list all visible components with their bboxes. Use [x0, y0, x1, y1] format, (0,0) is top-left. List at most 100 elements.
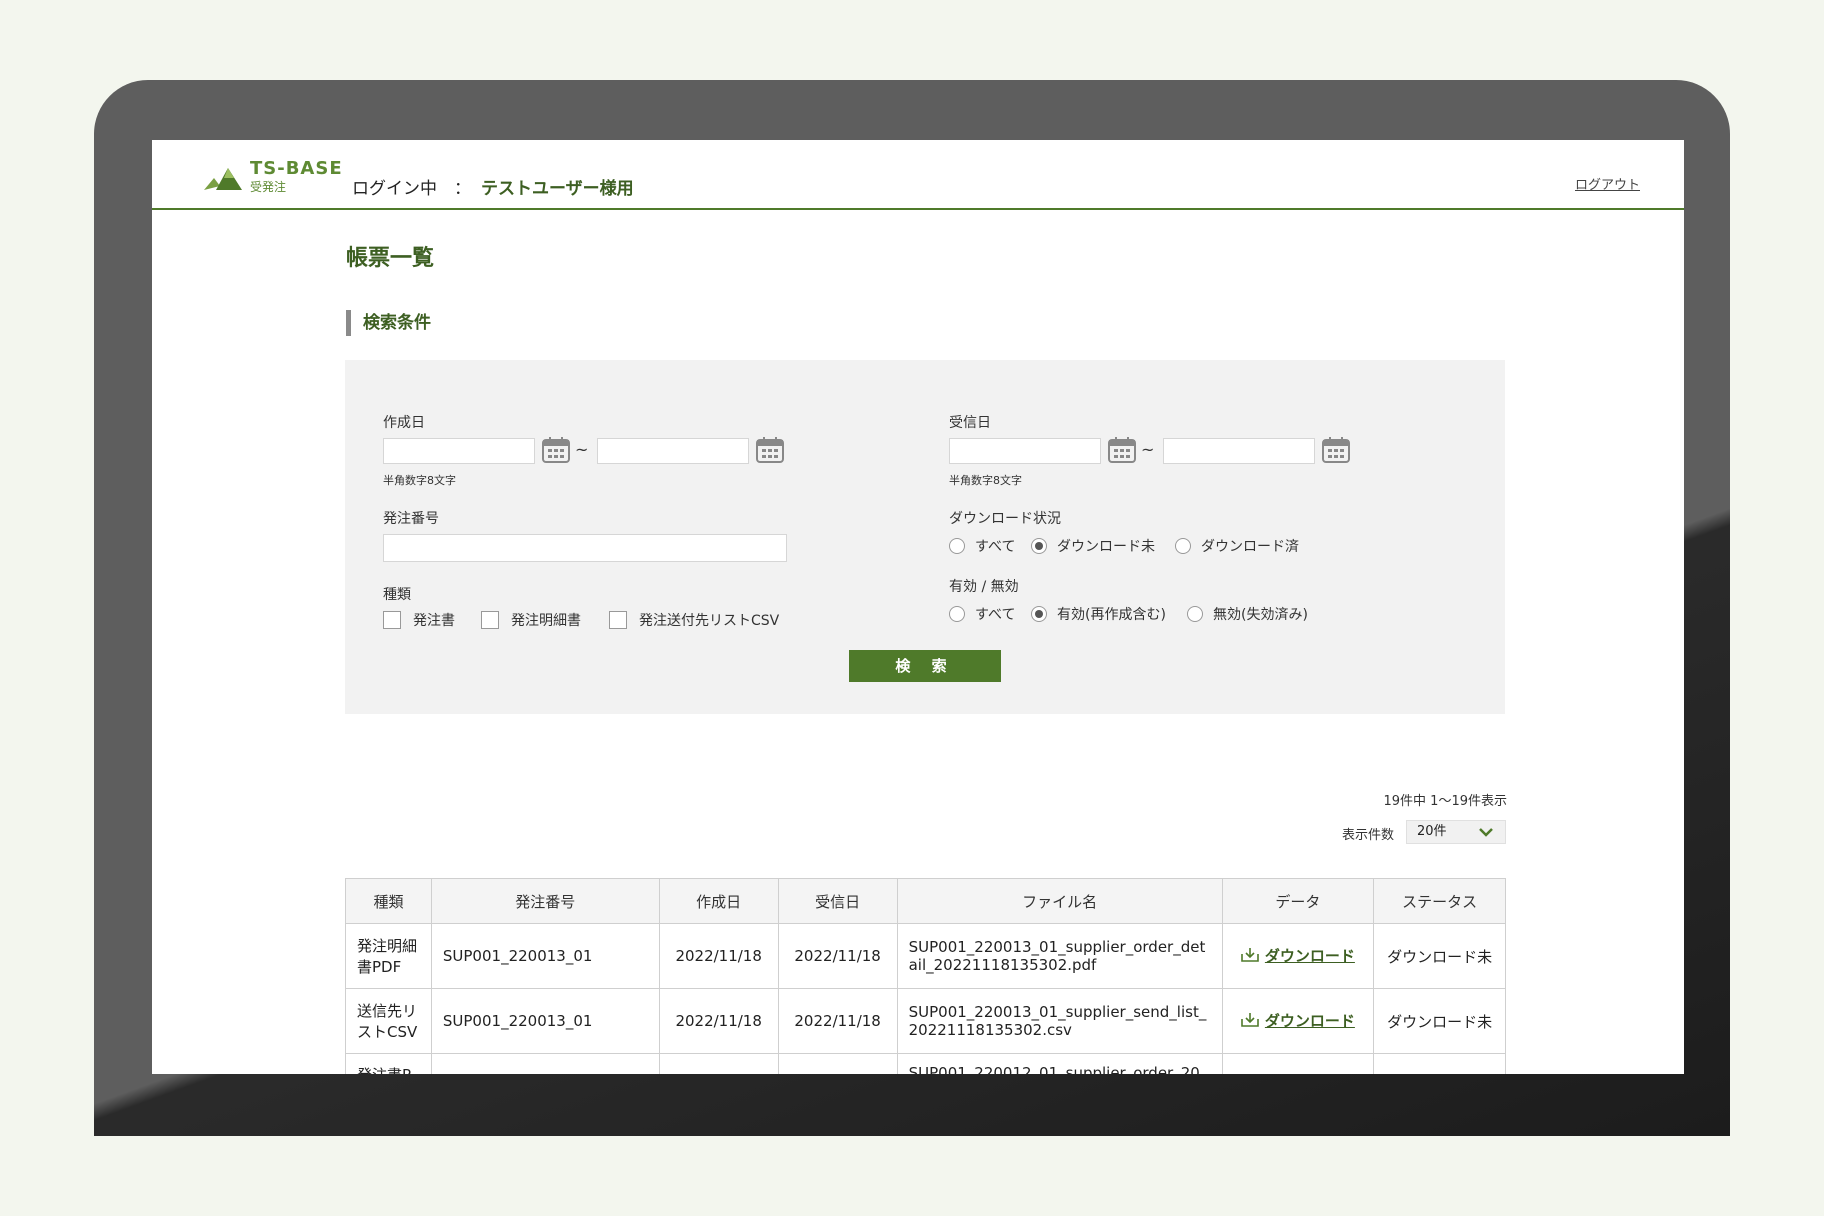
cell-received: 2022/11/18: [777, 988, 898, 1054]
cell-kind: 発注書P: [345, 1053, 432, 1074]
column-header: 発注番号: [430, 878, 660, 924]
order-number-label: 発注番号: [383, 511, 439, 527]
kind-option-order-detail[interactable]: 発注明細書: [481, 610, 581, 630]
section-title: 検索条件: [346, 310, 431, 336]
radio-button[interactable]: [1187, 606, 1203, 622]
table-header-row: 種類 発注番号 作成日 受信日 ファイル名 データ ステータス: [345, 878, 1506, 924]
radio-button-selected[interactable]: [1031, 538, 1047, 554]
received-date-label: 受信日: [949, 415, 991, 431]
kind-checkbox[interactable]: [383, 611, 401, 629]
received-date-hint: 半角数字8文字: [949, 474, 1022, 487]
table-row: 発注書P SUP001_220012_01_supplier_order_20: [345, 1053, 1506, 1074]
cell-status: [1373, 1053, 1506, 1074]
order-number-input[interactable]: [383, 534, 787, 562]
cell-file-name: SUP001_220013_01_supplier_order_detail_2…: [896, 923, 1223, 989]
login-status: ログイン中 ： テストユーザー様用: [352, 174, 634, 199]
cell-data: ダウンロード: [1221, 988, 1375, 1054]
range-tilde: ~: [575, 440, 589, 459]
logout-link[interactable]: ログアウト: [1575, 174, 1640, 193]
radio-label: ダウンロード未: [1057, 539, 1155, 555]
radio-button[interactable]: [1175, 538, 1191, 554]
column-header: ステータス: [1373, 878, 1506, 924]
radio-label: ダウンロード済: [1201, 539, 1299, 555]
cell-created: [658, 1053, 779, 1074]
column-header: 受信日: [777, 878, 898, 924]
cell-created: 2022/11/18: [658, 988, 779, 1054]
logo-text: TS-BASE: [250, 158, 343, 179]
download-option-all[interactable]: すべて: [949, 536, 1015, 556]
created-date-hint: 半角数字8文字: [383, 474, 456, 487]
table-row: 発注明細書PDF SUP001_220013_01 2022/11/18 202…: [345, 923, 1506, 989]
download-link[interactable]: ダウンロード: [1241, 1010, 1355, 1031]
kind-option-send-list[interactable]: 発注送付先リストCSV: [609, 610, 779, 630]
download-status-label: ダウンロード状況: [949, 511, 1061, 527]
cell-data: [1221, 1053, 1375, 1074]
valid-option-invalid[interactable]: 無効(失効済み): [1187, 604, 1308, 624]
radio-label: 有効(再作成含む): [1057, 607, 1166, 623]
cell-order-number: SUP001_220013_01: [430, 988, 660, 1054]
cell-created: 2022/11/18: [658, 923, 779, 989]
result-count: 19件中 1～19件表示: [1383, 794, 1508, 809]
range-tilde: ~: [1141, 440, 1155, 459]
cell-file-name: SUP001_220012_01_supplier_order_20: [896, 1053, 1223, 1074]
logo-subtext: 受発注: [250, 180, 287, 194]
radio-label: すべて: [975, 539, 1016, 555]
kind-checkbox[interactable]: [481, 611, 499, 629]
cell-kind: 発注明細書PDF: [345, 923, 432, 989]
created-to-input[interactable]: [597, 438, 749, 464]
app-screen: TS-BASE 受発注 ログイン中 ：テストユーザー様用 ログアウト 帳票一覧 …: [152, 140, 1684, 1074]
valid-option-valid[interactable]: 有効(再作成含む): [1031, 604, 1166, 624]
radio-button[interactable]: [949, 538, 965, 554]
valid-label: 有効 / 無効: [949, 579, 1019, 595]
cell-received: 2022/11/18: [777, 923, 898, 989]
cell-data: ダウンロード: [1221, 923, 1375, 989]
chevron-down-icon: [1479, 828, 1493, 837]
kind-option-order[interactable]: 発注書: [383, 610, 455, 630]
kind-option-label: 発注明細書: [511, 613, 581, 629]
calendar-icon[interactable]: [1107, 436, 1137, 464]
per-page-label: 表示件数: [1342, 828, 1395, 843]
created-from-input[interactable]: [383, 438, 535, 464]
cell-file-name: SUP001_220013_01_supplier_send_list_2022…: [896, 988, 1223, 1054]
download-option-not-downloaded[interactable]: ダウンロード未: [1031, 536, 1155, 556]
calendar-icon[interactable]: [1321, 436, 1351, 464]
column-header: 作成日: [658, 878, 779, 924]
column-header: データ: [1221, 878, 1375, 924]
download-icon: [1241, 948, 1259, 963]
valid-option-all[interactable]: すべて: [949, 604, 1015, 624]
download-icon: [1241, 1013, 1259, 1028]
radio-button[interactable]: [949, 606, 965, 622]
kind-option-label: 発注書: [413, 613, 455, 629]
column-header: 種類: [345, 878, 432, 924]
calendar-icon[interactable]: [755, 436, 785, 464]
download-link[interactable]: ダウンロード: [1241, 945, 1355, 966]
cell-order-number: SUP001_220013_01: [430, 923, 660, 989]
download-link-label: ダウンロード: [1264, 1011, 1355, 1030]
kind-label: 種類: [383, 587, 411, 603]
cell-status: ダウンロード未: [1373, 988, 1506, 1054]
cell-order-number: [430, 1053, 660, 1074]
received-from-input[interactable]: [949, 438, 1101, 464]
calendar-icon[interactable]: [541, 436, 571, 464]
mountain-logo-icon: [204, 168, 242, 190]
app-header: TS-BASE 受発注 ログイン中 ： テストユーザー様用 ログアウト: [152, 140, 1684, 210]
search-panel: 作成日 ~ 半角数字8文字 発注番号 種類 発注書 発注明細書 発注送付先リスト…: [345, 360, 1505, 714]
kind-option-label: 発注送付先リストCSV: [639, 613, 780, 629]
cell-status: ダウンロード未: [1373, 923, 1506, 989]
radio-label: すべて: [975, 607, 1016, 623]
search-button[interactable]: 検 索: [849, 650, 1001, 682]
created-date-label: 作成日: [383, 415, 425, 431]
kind-checkbox[interactable]: [609, 611, 627, 629]
results-table: 種類 発注番号 作成日 受信日 ファイル名 データ ステータス 発注明細書PDF…: [345, 878, 1506, 1074]
per-page-select[interactable]: 20件: [1406, 820, 1506, 844]
per-page-value: 20件: [1417, 824, 1447, 839]
received-to-input[interactable]: [1163, 438, 1315, 464]
radio-label: 無効(失効済み): [1213, 607, 1308, 623]
cell-kind: 送信先リストCSV: [345, 988, 432, 1054]
logo: TS-BASE 受発注: [204, 158, 354, 196]
download-link-label: ダウンロード: [1264, 946, 1355, 965]
radio-button-selected[interactable]: [1031, 606, 1047, 622]
user-name: テストユーザー様用: [481, 179, 634, 199]
cell-received: [777, 1053, 898, 1074]
download-option-downloaded[interactable]: ダウンロード済: [1175, 536, 1299, 556]
